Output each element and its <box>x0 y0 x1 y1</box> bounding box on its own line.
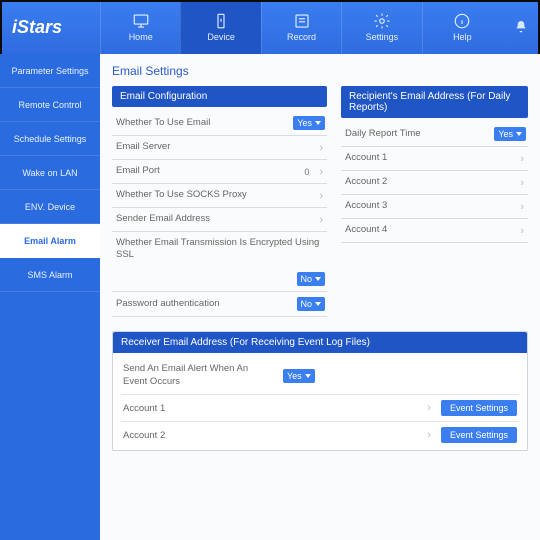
row-email-port[interactable]: Email Port 0› <box>112 160 327 184</box>
row-daily-report-time: Daily Report Time Yes <box>341 122 528 147</box>
receiver-panel: Receiver Email Address (For Receiving Ev… <box>112 331 528 452</box>
chevron-down-icon <box>315 277 321 281</box>
sidebar-item-sms[interactable]: SMS Alarm <box>0 258 100 292</box>
chevron-right-icon: › <box>518 225 526 237</box>
sidebar-item-env[interactable]: ENV. Device <box>0 190 100 224</box>
select-daily-report[interactable]: Yes <box>494 127 526 141</box>
row-ssl-label: Whether Email Transmission Is Encrypted … <box>112 232 327 267</box>
chevron-right-icon: › <box>317 142 325 154</box>
chevron-right-icon: › <box>425 429 433 441</box>
recipients-section: Recipient's Email Address (For Daily Rep… <box>341 86 528 243</box>
sidebar-item-remote[interactable]: Remote Control <box>0 88 100 122</box>
row-account-3[interactable]: Account 3 › <box>341 195 528 219</box>
row-ssl-value: No <box>112 267 327 292</box>
page-title: Email Settings <box>112 64 528 78</box>
row-account-2[interactable]: Account 2 › <box>341 171 528 195</box>
sidebar: Parameter Settings Remote Control Schedu… <box>0 54 100 540</box>
receiver-header: Receiver Email Address (For Receiving Ev… <box>113 332 527 353</box>
chevron-right-icon: › <box>518 153 526 165</box>
receiver-account-1[interactable]: Account 1 › Event Settings <box>121 394 519 421</box>
sidebar-item-schedule[interactable]: Schedule Settings <box>0 122 100 156</box>
sidebar-item-parameter[interactable]: Parameter Settings <box>0 54 100 88</box>
port-value: 0 <box>304 167 309 177</box>
row-email-server[interactable]: Email Server › <box>112 136 327 160</box>
chevron-right-icon: › <box>518 201 526 213</box>
row-account-4[interactable]: Account 4 › <box>341 219 528 243</box>
select-ssl[interactable]: No <box>297 272 326 286</box>
chevron-right-icon: › <box>317 214 325 226</box>
row-sender-address[interactable]: Sender Email Address › <box>112 208 327 232</box>
recipients-header: Recipient's Email Address (For Daily Rep… <box>341 86 528 118</box>
chevron-right-icon: › <box>425 402 433 414</box>
select-use-email[interactable]: Yes <box>293 116 325 130</box>
sidebar-item-wol[interactable]: Wake on LAN <box>0 156 100 190</box>
receiver-account-2[interactable]: Account 2 › Event Settings <box>121 421 519 448</box>
row-socks-proxy[interactable]: Whether To Use SOCKS Proxy › <box>112 184 327 208</box>
chevron-right-icon: › <box>518 177 526 189</box>
sidebar-item-email-alarm[interactable]: Email Alarm <box>0 224 100 258</box>
chevron-down-icon <box>305 374 311 378</box>
chevron-down-icon <box>315 121 321 125</box>
main-content: Email Settings Email Configuration Wheth… <box>100 54 540 540</box>
email-config-section: Email Configuration Whether To Use Email… <box>112 86 327 317</box>
row-send-alert: Send An Email Alert When An Event Occurs… <box>121 359 519 395</box>
row-use-email: Whether To Use Email Yes <box>112 111 327 136</box>
chevron-right-icon: › <box>317 166 325 178</box>
event-settings-button[interactable]: Event Settings <box>441 427 517 443</box>
chevron-down-icon <box>315 302 321 306</box>
event-settings-button[interactable]: Event Settings <box>441 400 517 416</box>
select-send-alert[interactable]: Yes <box>283 369 315 383</box>
row-account-1[interactable]: Account 1 › <box>341 147 528 171</box>
chevron-down-icon <box>516 132 522 136</box>
select-password-auth[interactable]: No <box>297 297 326 311</box>
email-config-header: Email Configuration <box>112 86 327 107</box>
row-password-auth: Password authentication No <box>112 292 327 317</box>
chevron-right-icon: › <box>317 190 325 202</box>
